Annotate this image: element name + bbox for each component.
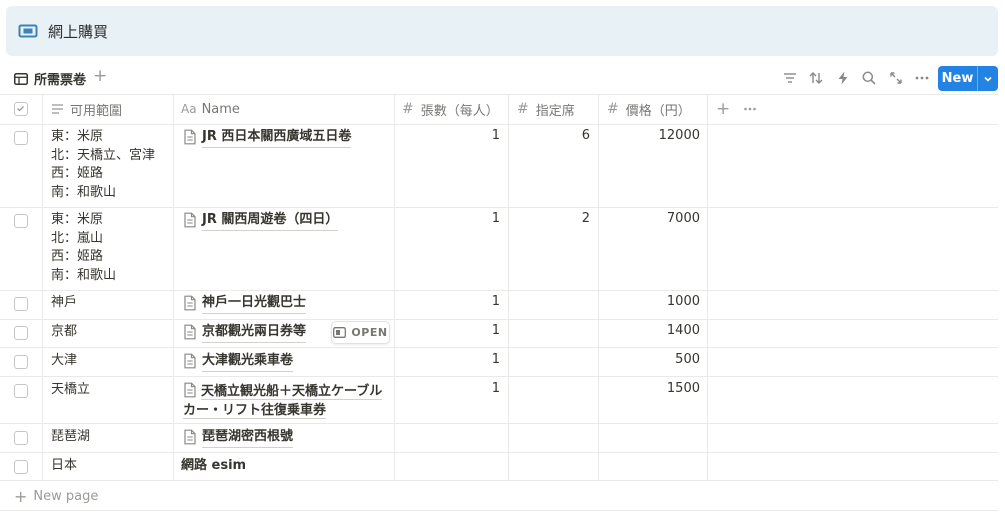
range-cell[interactable]: 東：米原 北：天橋立、宮津 西：姬路 南：和歌山 xyxy=(51,128,155,202)
number-icon: # xyxy=(607,101,619,117)
name-cell[interactable]: 神戶一日光觀巴士 xyxy=(183,294,307,314)
range-cell[interactable]: 神戶 xyxy=(51,294,77,313)
page-icon xyxy=(184,295,196,311)
page-icon xyxy=(184,429,196,445)
range-cell[interactable]: 天橋立 xyxy=(51,381,90,400)
column-options-button[interactable] xyxy=(743,94,763,124)
page-link[interactable]: JR 西日本關西廣域五日卷 xyxy=(202,128,352,148)
new-dropdown[interactable] xyxy=(978,74,998,84)
page-icon xyxy=(184,324,196,340)
count-cell[interactable]: 1 xyxy=(402,323,500,338)
row-checkbox[interactable] xyxy=(14,297,28,311)
column-header-price[interactable]: # 價格（円） xyxy=(607,94,691,124)
column-header-count[interactable]: # 張數（每人） xyxy=(402,94,499,124)
reserved-cell[interactable]: 2 xyxy=(517,211,590,226)
row-checkbox[interactable] xyxy=(14,431,28,445)
add-view-button[interactable]: + xyxy=(93,67,107,85)
lightning-icon[interactable] xyxy=(835,70,851,86)
check-icon xyxy=(17,106,24,112)
price-cell[interactable]: 1500 xyxy=(607,381,700,396)
row-title[interactable]: 網路 esim xyxy=(181,457,246,476)
range-cell[interactable]: 大津 xyxy=(51,352,77,371)
search-icon[interactable] xyxy=(861,70,877,86)
page-icon xyxy=(184,212,196,228)
price-cell[interactable]: 1000 xyxy=(607,294,700,309)
expand-icon[interactable] xyxy=(888,70,904,86)
name-cell[interactable]: 大津觀光乘車卷 xyxy=(183,352,294,372)
count-cell[interactable]: 1 xyxy=(402,352,500,367)
price-cell[interactable]: 500 xyxy=(607,352,700,367)
side-peek-icon xyxy=(333,327,347,338)
price-cell[interactable]: 12000 xyxy=(607,128,700,143)
page-icon xyxy=(184,353,196,369)
count-cell[interactable]: 1 xyxy=(402,294,500,309)
open-page-button[interactable]: OPEN xyxy=(331,321,390,344)
column-header-reserved[interactable]: # 指定席 xyxy=(517,94,575,124)
count-cell[interactable]: 1 xyxy=(402,211,500,226)
text-lines-icon xyxy=(52,104,63,114)
add-property-button[interactable]: + xyxy=(716,94,730,124)
reserved-cell[interactable]: 6 xyxy=(517,128,590,143)
page-link[interactable]: 大津觀光乘車卷 xyxy=(202,352,294,372)
row-checkbox[interactable] xyxy=(14,384,28,398)
new-page-button[interactable]: + New page xyxy=(14,487,98,506)
page-icon xyxy=(184,129,196,145)
count-cell[interactable]: 1 xyxy=(402,381,500,396)
more-icon xyxy=(744,107,756,111)
number-icon: # xyxy=(517,101,529,117)
table-icon xyxy=(14,72,28,85)
page-link[interactable]: 京都觀光兩日券等 xyxy=(202,323,307,343)
range-cell[interactable]: 京都 xyxy=(51,323,77,342)
row-checkbox[interactable] xyxy=(14,326,28,340)
plus-icon: + xyxy=(14,487,28,506)
name-cell[interactable]: JR 西日本關西廣域五日卷 xyxy=(183,128,352,148)
column-header-name[interactable]: Aa Name xyxy=(181,94,240,124)
name-cell[interactable]: 京都觀光兩日券等 xyxy=(183,323,307,343)
number-icon: # xyxy=(402,101,414,117)
row-checkbox[interactable] xyxy=(14,460,28,474)
ticket-icon xyxy=(18,24,38,38)
price-cell[interactable]: 1400 xyxy=(607,323,700,338)
name-cell[interactable]: 琵琶湖密西根號 xyxy=(183,428,294,448)
row-checkbox[interactable] xyxy=(14,131,28,145)
more-icon[interactable] xyxy=(914,70,930,86)
select-all-checkbox[interactable] xyxy=(14,102,28,116)
page-header: 網上購買 xyxy=(6,6,998,56)
tab-table-view[interactable]: 所需票卷 xyxy=(14,69,86,88)
view-toolbar: 所需票卷 + New xyxy=(0,62,1005,92)
chevron-down-icon xyxy=(984,76,992,82)
name-cell[interactable]: JR 關西周遊卷（四日） xyxy=(183,211,339,231)
row-checkbox[interactable] xyxy=(14,214,28,228)
title-property-icon: Aa xyxy=(181,102,197,116)
sort-icon[interactable] xyxy=(808,70,824,86)
page-link[interactable]: JR 關西周遊卷（四日） xyxy=(202,211,339,231)
name-cell[interactable]: 天橋立観光船＋天橋立ケーブルカー・リフト往復乗車券 xyxy=(183,381,389,420)
name-cell[interactable]: 網路 esim xyxy=(181,457,246,476)
page-link[interactable]: 琵琶湖密西根號 xyxy=(202,428,294,448)
count-cell[interactable]: 1 xyxy=(402,128,500,143)
new-button[interactable]: New xyxy=(938,66,998,91)
tab-label: 所需票卷 xyxy=(34,73,87,88)
page-link[interactable]: 神戶一日光觀巴士 xyxy=(202,294,307,314)
range-cell[interactable]: 琵琶湖 xyxy=(51,428,90,447)
row-checkbox[interactable] xyxy=(14,355,28,369)
page-title: 網上購買 xyxy=(48,22,109,41)
range-cell[interactable]: 東：米原 北：嵐山 西：姬路 南：和歌山 xyxy=(51,211,116,285)
page-icon xyxy=(184,382,196,398)
page-link[interactable]: 天橋立観光船＋天橋立ケーブルカー・リフト往復乗車券 xyxy=(183,384,383,419)
new-button-label: New xyxy=(941,71,974,86)
filter-icon[interactable] xyxy=(782,70,798,86)
column-header-range[interactable]: 可用範圍 xyxy=(51,94,122,124)
price-cell[interactable]: 7000 xyxy=(607,211,700,226)
range-cell[interactable]: 日本 xyxy=(51,457,77,476)
